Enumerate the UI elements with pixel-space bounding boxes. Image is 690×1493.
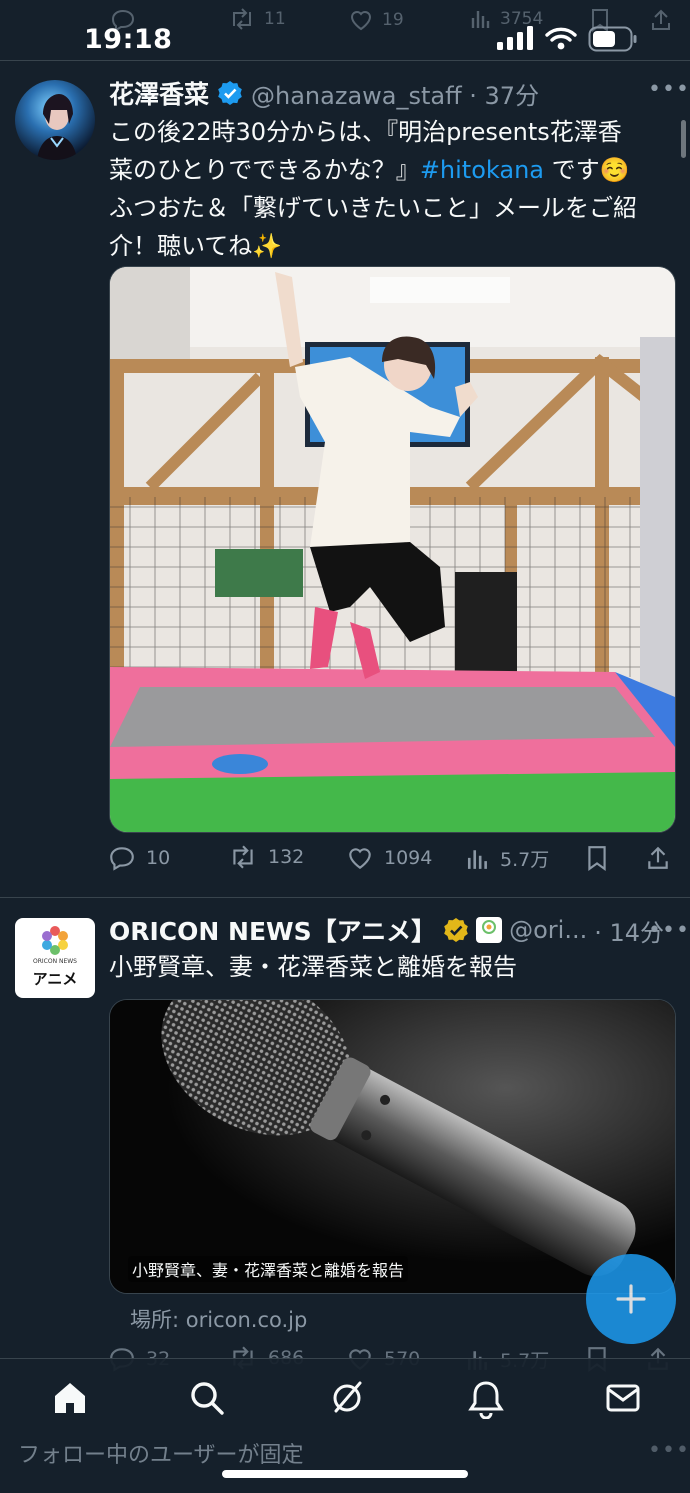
tweet-header: 花澤香菜 @hanazawa_staff · 37分 — [109, 75, 539, 111]
oricon-logo-icon — [42, 926, 68, 955]
hashtag-link[interactable]: #hitokana — [420, 156, 544, 184]
avatar-label: アニメ — [32, 970, 78, 988]
tweet-text-line: 菜のひとりでできるかな？』#hitokana です☺️ — [109, 156, 630, 184]
mail-icon[interactable] — [604, 1379, 642, 1417]
tweet-text: この後22時30分からは、『明治presents花澤香 菜のひとりでできるかな？… — [109, 113, 679, 265]
bookmark-button[interactable] — [586, 845, 608, 871]
affiliate-badge-icon — [476, 917, 503, 943]
retweet-count: 11 — [264, 9, 286, 29]
share-button[interactable] — [646, 845, 670, 871]
clock: 19:18 — [84, 24, 173, 55]
reply-count: 10 — [146, 847, 171, 869]
reply-button[interactable]: 10 — [108, 845, 170, 871]
tweet-text-line: ふつおた＆「繋げていきたいこと」メールをご紹 — [109, 194, 637, 222]
trampoline-photo — [110, 267, 675, 832]
link-card-caption: 小野賢章、妻・花澤香菜と離婚を報告 — [128, 1256, 409, 1282]
handle-and-time[interactable]: @hanazawa_staff · 37分 — [251, 76, 539, 111]
like-button[interactable]: 1094 — [346, 845, 432, 871]
tweet-actions: 10 132 1094 5.7万 — [108, 845, 674, 879]
more-options-icon[interactable]: ••• — [648, 918, 690, 943]
verified-icon — [218, 81, 242, 105]
tweet-header: ORICON NEWS【アニメ】 @ori... · 14分 — [109, 912, 664, 948]
avatar[interactable]: ORICON NEWS アニメ — [15, 918, 95, 998]
plus-icon — [616, 1284, 646, 1314]
bookmark-icon — [588, 846, 606, 871]
tweet-text-line: 介！聴いてね✨ — [109, 232, 283, 260]
share-icon — [650, 8, 672, 32]
retweet-icon — [233, 845, 253, 869]
views-count: 5.7万 — [500, 849, 550, 871]
status-bar: 11 19 3754 19:18 — [0, 0, 690, 60]
bell-icon[interactable] — [467, 1379, 505, 1419]
wifi-icon — [545, 27, 577, 50]
home-indicator — [222, 1470, 468, 1478]
reply-icon — [110, 847, 134, 871]
verified-icon — [444, 918, 468, 942]
tweet-hanazawa[interactable]: 花澤香菜 @hanazawa_staff · 37分 ••• この後22時30分… — [0, 61, 690, 897]
views-icon — [471, 11, 490, 28]
retweet-count: 132 — [268, 846, 305, 868]
search-icon[interactable] — [188, 1379, 226, 1417]
compose-button[interactable] — [586, 1254, 676, 1344]
like-icon — [350, 11, 372, 31]
display-name[interactable]: 花澤香菜 — [109, 75, 209, 111]
views-icon — [467, 849, 487, 869]
tweet-text: 小野賢章、妻・花澤香菜と離婚を報告 — [109, 953, 517, 981]
tweet-text-line: この後22時30分からは、『明治presents花澤香 — [109, 118, 622, 146]
link-card-source[interactable]: 場所: oricon.co.jp — [130, 1304, 307, 1334]
avatar-portrait — [37, 94, 77, 160]
retweet-count-ghost: 11 — [228, 8, 286, 30]
avatar[interactable] — [15, 80, 95, 160]
link-card-image[interactable]: 小野賢章、妻・花澤香菜と離婚を報告 — [109, 999, 676, 1294]
avatar-caption: ORICON NEWS — [33, 958, 77, 965]
like-count-ghost: 19 — [348, 8, 404, 32]
retweet-button[interactable]: 132 — [228, 845, 304, 869]
tweet-photo[interactable] — [109, 266, 676, 833]
battery-icon — [588, 26, 637, 52]
display-name[interactable]: ORICON NEWS【アニメ】 — [109, 912, 436, 948]
more-options-icon[interactable]: ••• — [648, 77, 690, 102]
views-button[interactable]: 5.7万 — [466, 845, 549, 872]
share-icon — [648, 846, 668, 869]
like-icon — [349, 848, 371, 869]
like-count: 1094 — [384, 847, 433, 869]
handle[interactable]: @ori... — [509, 916, 587, 944]
cellular-signal-icon — [497, 26, 533, 50]
more-options-icon[interactable]: ••• — [648, 1438, 690, 1463]
pinned-by-following-label: フォロー中のユーザーが固定 — [18, 1443, 304, 1468]
retweet-icon — [233, 8, 251, 30]
grok-icon[interactable] — [328, 1379, 366, 1417]
microphone-image — [110, 1000, 675, 1293]
home-icon[interactable] — [51, 1379, 89, 1417]
like-count: 19 — [382, 10, 404, 30]
